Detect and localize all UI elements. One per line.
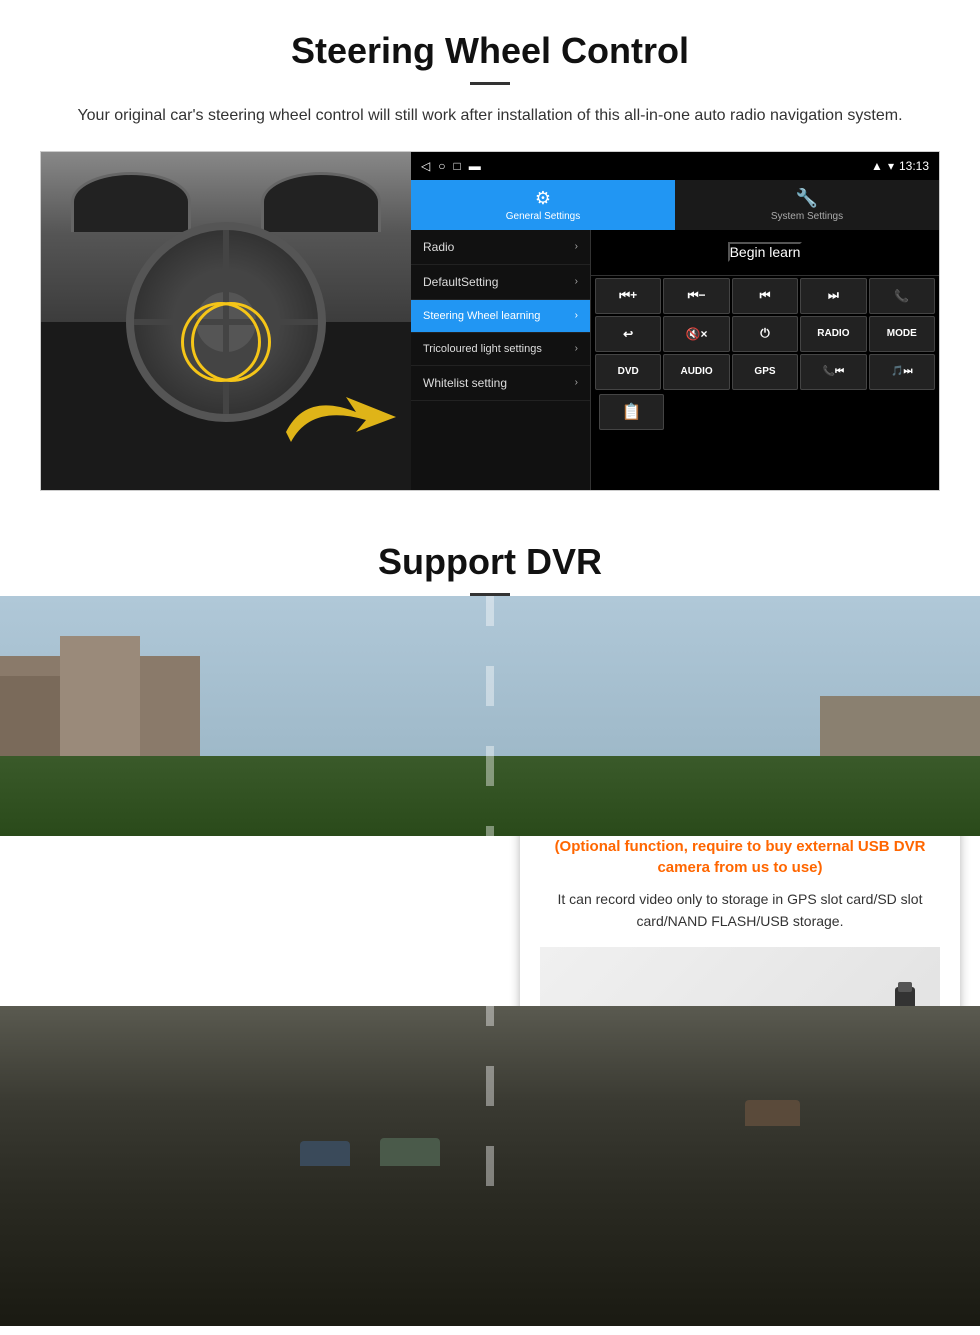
radio-chevron-icon: › — [575, 241, 578, 252]
topbar-general-settings[interactable]: ⚙ General Settings — [411, 180, 675, 230]
dvr-optional-text: (Optional function, require to buy exter… — [540, 836, 940, 878]
btn-power[interactable]: ⏻ — [732, 316, 798, 352]
nav-home-icon: ○ — [438, 159, 445, 173]
ctrl-row-2: ↩ 🔇× ⏻ RADIO MODE — [595, 316, 935, 352]
content-panel: Begin learn ⏮+ ⏮− ⏮ ⏭ 📞 — [591, 230, 939, 490]
android-statusbar: ◁ ○ □ ▬ ▲ ▾ 13:13 — [411, 152, 939, 180]
menu-whitelist-label: Whitelist setting — [423, 376, 507, 390]
system-icon: 🔧 — [796, 188, 818, 209]
menu-item-default[interactable]: DefaultSetting › — [411, 265, 590, 300]
nav-back-icon: ◁ — [421, 159, 430, 173]
btn-vol-down[interactable]: ⏮− — [663, 278, 729, 314]
btn-screen[interactable]: 📋 — [599, 394, 664, 430]
whitelist-chevron-icon: › — [575, 377, 578, 388]
topbar-system-settings[interactable]: 🔧 System Settings — [675, 180, 939, 230]
android-topbar[interactable]: ⚙ General Settings 🔧 System Settings — [411, 180, 939, 230]
menu-default-label: DefaultSetting — [423, 275, 498, 289]
default-chevron-icon: › — [575, 276, 578, 287]
menu-steering-label: Steering Wheel learning — [423, 310, 540, 322]
steering-chevron-icon: › — [575, 310, 578, 321]
system-settings-label: System Settings — [771, 211, 843, 222]
control-buttons-grid: ⏮+ ⏮− ⏮ ⏭ 📞 ↩ 🔇× ⏻ RADIO MODE — [591, 276, 939, 434]
menu-item-tricoloured[interactable]: Tricoloured light settings › — [411, 333, 590, 366]
menu-tricoloured-label: Tricoloured light settings — [423, 343, 542, 355]
dvr-desc-text: It can record video only to storage in G… — [540, 888, 940, 933]
ctrl-row-1: ⏮+ ⏮− ⏮ ⏭ 📞 — [595, 278, 935, 314]
btn-music-next[interactable]: 🎵⏭ — [869, 354, 935, 390]
btn-prev[interactable]: ⏮ — [732, 278, 798, 314]
wifi-icon: ▾ — [888, 159, 894, 173]
begin-learn-button[interactable]: Begin learn — [728, 242, 803, 262]
btn-dvd[interactable]: DVD — [595, 354, 661, 390]
nav-recent-icon: □ — [453, 159, 460, 173]
highlight-right-circle — [191, 302, 271, 382]
btn-vol-up[interactable]: ⏮+ — [595, 278, 661, 314]
android-body: Radio › DefaultSetting › Steering Wheel … — [411, 230, 939, 490]
btn-next[interactable]: ⏭ — [800, 278, 866, 314]
signal-icon: ▲ — [871, 159, 883, 173]
ctrl-row-4: 📋 — [595, 392, 935, 432]
btn-mute[interactable]: 🔇× — [663, 316, 729, 352]
menu-panel: Radio › DefaultSetting › Steering Wheel … — [411, 230, 591, 490]
steering-title: Steering Wheel Control — [40, 30, 940, 72]
begin-learn-row: Begin learn — [591, 230, 939, 276]
general-settings-label: General Settings — [506, 211, 581, 222]
nav-menu-icon: ▬ — [469, 159, 481, 173]
btn-gps[interactable]: GPS — [732, 354, 798, 390]
tricoloured-chevron-icon: › — [575, 343, 578, 354]
btn-call[interactable]: 📞 — [869, 278, 935, 314]
dvr-composite: (Optional function, require to buy exter… — [0, 596, 980, 1326]
menu-radio-label: Radio — [423, 240, 454, 254]
steering-wheel-bg — [41, 152, 411, 491]
car-photo — [41, 152, 411, 491]
android-ui-panel: ◁ ○ □ ▬ ▲ ▾ 13:13 ⚙ General Settings 🔧 S… — [411, 152, 939, 490]
dvr-section: Support DVR — [0, 511, 980, 1326]
btn-call-prev[interactable]: 📞⏮ — [800, 354, 866, 390]
steering-composite: ◁ ○ □ ▬ ▲ ▾ 13:13 ⚙ General Settings 🔧 S… — [40, 151, 940, 491]
status-time: 13:13 — [899, 159, 929, 173]
steering-divider — [470, 82, 510, 85]
menu-item-steering[interactable]: Steering Wheel learning › — [411, 300, 590, 333]
btn-back[interactable]: ↩ — [595, 316, 661, 352]
ctrl-row-3: DVD AUDIO GPS 📞⏮ 🎵⏭ — [595, 354, 935, 390]
menu-item-whitelist[interactable]: Whitelist setting › — [411, 366, 590, 401]
btn-radio[interactable]: RADIO — [800, 316, 866, 352]
dvr-title: Support DVR — [0, 541, 980, 583]
steering-subtitle: Your original car's steering wheel contr… — [60, 103, 920, 129]
btn-audio[interactable]: AUDIO — [663, 354, 729, 390]
steering-section: Steering Wheel Control Your original car… — [0, 0, 980, 511]
btn-mode[interactable]: MODE — [869, 316, 935, 352]
menu-item-radio[interactable]: Radio › — [411, 230, 590, 265]
gear-icon: ⚙ — [535, 188, 551, 209]
